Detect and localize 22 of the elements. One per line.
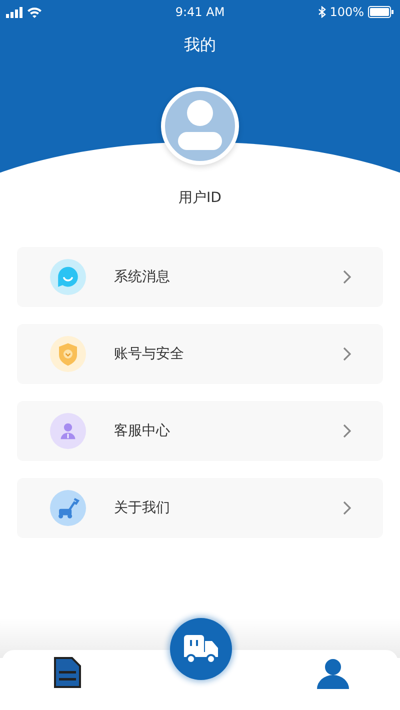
page-title: 我的: [183, 34, 217, 56]
menu-item[interactable]: 客服中心: [17, 401, 383, 461]
user-id: 用户ID: [178, 189, 222, 208]
wifi-icon: [27, 6, 42, 18]
chevron-right-icon: [343, 424, 351, 438]
menu-item[interactable]: 关于我们: [17, 478, 383, 538]
battery-icon: [368, 6, 394, 18]
bluetooth-icon: [318, 6, 326, 18]
profile-tab[interactable]: [316, 657, 350, 689]
chevron-right-icon: [343, 270, 351, 284]
mower-icon: [50, 490, 86, 526]
chevron-right-icon: [343, 501, 351, 515]
message-icon: [50, 259, 86, 295]
menu-item[interactable]: 账号与安全: [17, 324, 383, 384]
chevron-right-icon: [343, 347, 351, 361]
signal-icon: [6, 6, 23, 18]
shield-icon: [50, 336, 86, 372]
menu-item[interactable]: 系统消息: [17, 247, 383, 307]
battery-percent: 100%: [330, 4, 364, 21]
clock-time: 9:41 AM: [175, 4, 225, 21]
orders-tab[interactable]: [52, 657, 82, 689]
person-icon: [50, 413, 86, 449]
